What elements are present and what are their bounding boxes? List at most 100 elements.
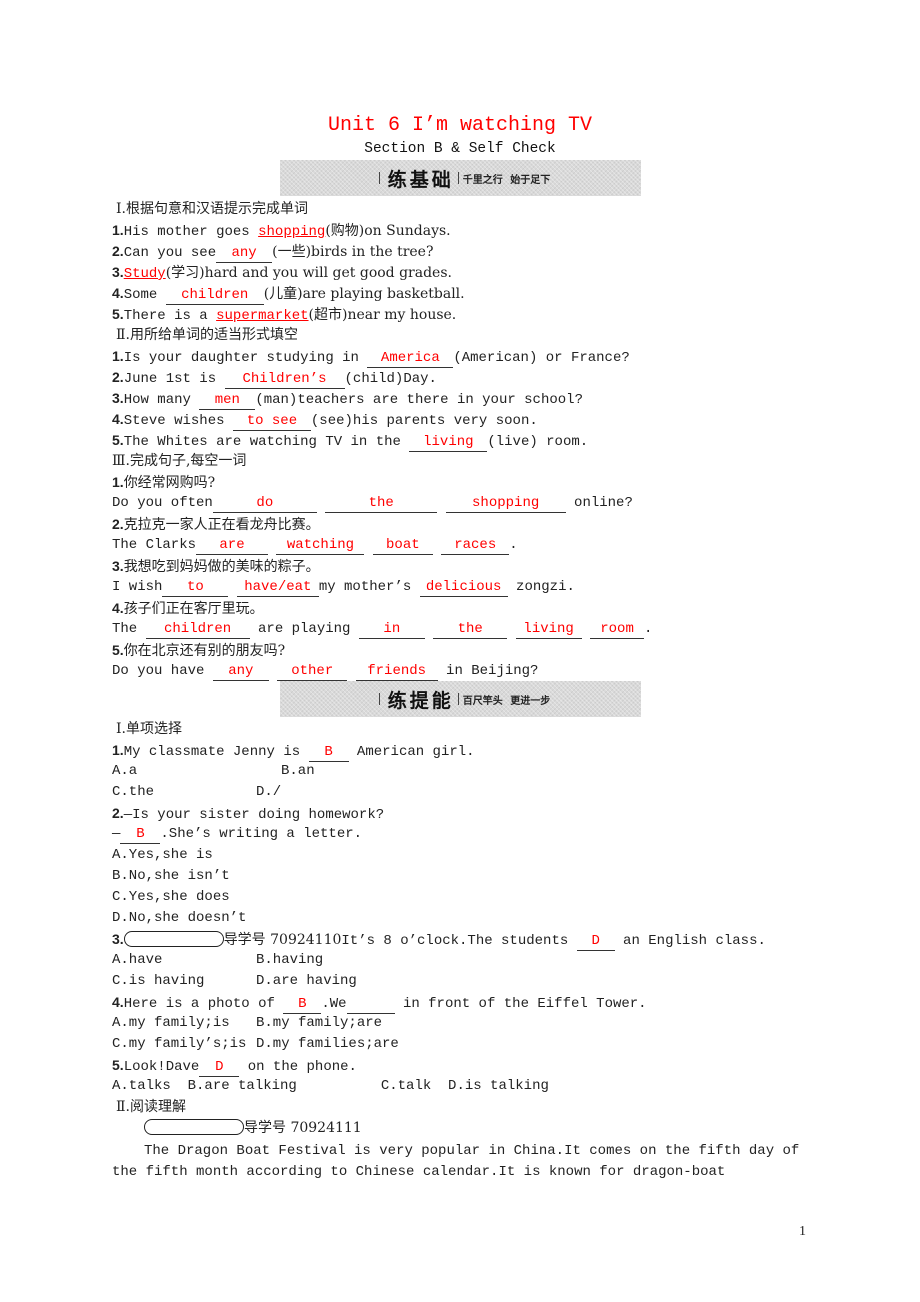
answer: boat	[372, 537, 433, 555]
question-item: 4.Steve wishes to see (see)his parents ve…	[112, 411, 538, 431]
guide-number: 导学号 70924110	[223, 932, 342, 948]
answer: any	[212, 663, 269, 681]
question-item: 4.Here is a photo of B .We in front of th…	[112, 994, 647, 1014]
question-item: I wish to have/eat my mother’s delicious z…	[112, 579, 575, 597]
question-item: 1.Is your daughter studying in America (A…	[112, 348, 630, 368]
worksheet-page: Unit 6 I’m watching TV Section B & Self …	[0, 0, 920, 1302]
unit-title: Unit 6 I’m watching TV	[327, 114, 593, 137]
question-prompt: 5.你在北京还有别的朋友吗?	[112, 642, 286, 659]
question-item: — B .She’s writing a letter.	[112, 826, 363, 844]
answer: to	[162, 579, 229, 597]
answer: America	[367, 350, 454, 368]
question-item: 1.His mother goes shopping(购物)on Sundays…	[112, 222, 451, 240]
option: C.Yes,she does	[112, 889, 230, 905]
option: D.my families;are	[256, 1036, 399, 1052]
answer: Study	[123, 266, 166, 282]
option: D./	[256, 784, 282, 800]
answer: the	[433, 621, 508, 639]
option: B.an	[281, 763, 315, 779]
answer: friends	[355, 663, 438, 681]
option: D.No,she doesn’t	[112, 910, 247, 926]
divider	[457, 172, 459, 184]
question-prompt: 2.克拉克一家人正在看龙舟比赛。	[112, 516, 320, 533]
banner-improve: 练提能 百尺竿头 更进一步	[280, 681, 641, 717]
answer: men	[199, 392, 256, 410]
answer: other	[277, 663, 348, 681]
answer: delicious	[419, 579, 508, 597]
section-subtitle: Section B & Self Check	[364, 141, 556, 157]
question-item: 2.June 1st is Children’s (child)Day.	[112, 369, 437, 389]
answer: D	[199, 1059, 240, 1077]
option: B.No,she isn’t	[112, 868, 230, 884]
answer: children	[165, 287, 264, 305]
blank	[346, 996, 395, 1014]
answer: children	[145, 621, 250, 639]
option: A.a	[112, 763, 138, 779]
section-heading: Ⅱ.用所给单词的适当形式填空	[116, 327, 298, 343]
answer: supermarket	[216, 308, 309, 324]
question-item: 4.Some children (儿童)are playing basketbal…	[112, 285, 465, 305]
question-item: 5.There is a supermarket(超市)near my hous…	[112, 306, 457, 324]
option: C.the	[112, 784, 155, 800]
page-number: 1	[799, 1224, 806, 1239]
section-heading: Ⅰ.单项选择	[116, 721, 182, 737]
answer: B	[120, 826, 161, 844]
reading-paragraph-line: The Dragon Boat Festival is very popular…	[144, 1143, 800, 1159]
banner-basics: 练基础 千里之行 始于足下	[280, 160, 641, 196]
question-item: 5.Look!Dave D on the phone.	[112, 1057, 357, 1077]
banner-title: 练提能	[387, 689, 454, 712]
answer: in	[358, 621, 425, 639]
question-item: 3. 导学号 70924110It’s 8 o’clock.The student…	[112, 931, 766, 951]
divider	[378, 172, 380, 184]
answer: living	[515, 621, 582, 639]
answer: to see	[232, 413, 311, 431]
section-heading: Ⅱ.阅读理解	[116, 1099, 186, 1115]
section-heading: Ⅲ.完成句子,每空一词	[112, 453, 247, 469]
banner-title: 练基础	[387, 168, 454, 191]
answer: D	[576, 933, 615, 951]
question-item: The Clarks are watching boat races.	[112, 537, 518, 555]
divider	[457, 693, 459, 705]
question-item: Do you often do the shopping online?	[112, 495, 633, 513]
answer: Children’s	[224, 371, 345, 389]
reading-paragraph-line: the fifth month according to Chinese cal…	[112, 1164, 726, 1180]
question-item: 2.Can you see any (一些)birds in the tree?	[112, 243, 434, 263]
banner-motto: 百尺竿头 更进一步	[462, 695, 551, 707]
question-prompt: 4.孩子们正在客厅里玩。	[112, 600, 264, 617]
question-item: 2.—Is your sister doing homework?	[112, 805, 385, 823]
answer: shopping	[445, 495, 566, 513]
question-prompt: 3.我想吃到妈妈做的美味的粽子。	[112, 558, 320, 575]
option: A.my family;is	[112, 1015, 230, 1031]
answer: watching	[276, 537, 365, 555]
question-item: 3.Study(学习)hard and you will get good gr…	[112, 264, 452, 282]
guide-line: 导学号 70924111	[144, 1118, 362, 1139]
guide-number-box	[123, 931, 224, 947]
banner-motto: 千里之行 始于足下	[462, 174, 551, 186]
guide-number: 导学号 70924111	[244, 1120, 362, 1136]
option: D.are having	[256, 973, 357, 989]
section-heading: Ⅰ.根据句意和汉语提示完成单词	[116, 201, 308, 217]
answer: do	[212, 495, 317, 513]
question-item: The children are playing in the living r…	[112, 621, 653, 639]
answer: B	[283, 996, 322, 1014]
answer: the	[325, 495, 438, 513]
options-row: A.talks B.are talking C.talk D.is talkin…	[112, 1078, 549, 1094]
answer: B	[308, 744, 349, 762]
question-prompt: 1.你经常网购吗?	[112, 474, 216, 491]
answer: races	[441, 537, 510, 555]
answer: room	[590, 621, 645, 639]
option: A.Yes,she is	[112, 847, 213, 863]
guide-number-box	[144, 1119, 244, 1135]
answer: are	[196, 537, 269, 555]
option: C.my family’s;is	[112, 1036, 247, 1052]
option: A.have	[112, 952, 163, 968]
option: B.having	[256, 952, 324, 968]
option: B.my family;are	[256, 1015, 383, 1031]
answer: shopping	[258, 224, 326, 240]
question-item: Do you have any other friends in Beijing…	[112, 663, 539, 681]
answer: any	[216, 245, 273, 263]
question-item: 1.My classmate Jenny is B American girl.	[112, 742, 475, 762]
divider	[378, 693, 380, 705]
option: C.is having	[112, 973, 205, 989]
answer: have/eat	[236, 579, 319, 597]
